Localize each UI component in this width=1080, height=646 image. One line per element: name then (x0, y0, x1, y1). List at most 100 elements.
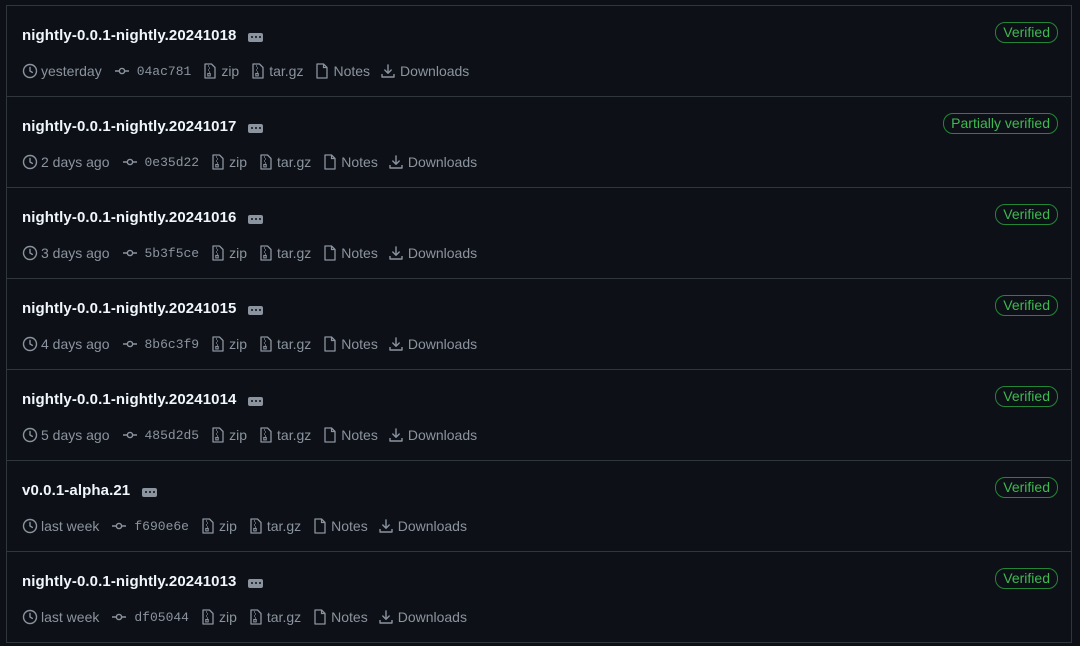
zip-label: zip (218, 609, 237, 625)
partially-verified-badge[interactable]: Partially verified (943, 113, 1058, 134)
clock-icon (22, 154, 38, 170)
verified-badge[interactable]: Verified (995, 295, 1058, 316)
git-commit-icon (122, 249, 137, 257)
notes-link[interactable]: Notes (323, 245, 378, 261)
verified-badge[interactable]: Verified (995, 386, 1058, 407)
targz-download-link[interactable]: tar.gz (259, 245, 311, 261)
targz-download-link[interactable]: tar.gz (259, 336, 311, 352)
commit-sha: df05044 (134, 609, 189, 625)
zip-download-link[interactable]: zip (211, 336, 247, 352)
release-header: nightly-0.0.1-nightly.20241018 (22, 25, 264, 45)
commit-link[interactable]: 04ac781 (114, 63, 191, 79)
commit-link[interactable]: 8b6c3f9 (122, 336, 199, 352)
release-row: nightly-0.0.1-nightly.20241015 Verified … (7, 279, 1071, 370)
release-tag-link[interactable]: nightly-0.0.1-nightly.20241013 (22, 573, 236, 590)
git-commit-icon (122, 158, 137, 166)
commit-link[interactable]: 5b3f5ce (122, 245, 199, 261)
download-icon (389, 337, 403, 351)
zip-download-link[interactable]: zip (211, 427, 247, 443)
file-zip-icon (260, 154, 272, 170)
file-icon (324, 245, 336, 261)
zip-label: zip (229, 245, 248, 261)
file-icon (324, 336, 336, 352)
notes-label: Notes (331, 518, 368, 534)
targz-download-link[interactable]: tar.gz (259, 427, 311, 443)
release-time: 4 days ago (22, 336, 110, 352)
release-row: nightly-0.0.1-nightly.20241018 Verified … (7, 6, 1071, 97)
kebab-horizontal-icon[interactable] (248, 123, 264, 133)
downloads-link[interactable]: Downloads (378, 518, 467, 534)
kebab-horizontal-icon[interactable] (248, 214, 264, 224)
file-zip-icon (260, 427, 272, 443)
release-row: nightly-0.0.1-nightly.20241014 Verified … (7, 370, 1071, 461)
verified-badge[interactable]: Verified (995, 204, 1058, 225)
release-tag-link[interactable]: v0.0.1-alpha.21 (22, 482, 130, 499)
release-time: 3 days ago (22, 245, 110, 261)
targz-download-link[interactable]: tar.gz (259, 154, 311, 170)
zip-download-link[interactable]: zip (203, 63, 239, 79)
release-time: 5 days ago (22, 427, 110, 443)
downloads-label: Downloads (397, 518, 467, 534)
release-meta: yesterday 04ac781 zip tar.gz Notes Downl… (22, 62, 469, 80)
file-zip-icon (212, 154, 224, 170)
file-zip-icon (202, 609, 214, 625)
zip-download-link[interactable]: zip (211, 245, 247, 261)
release-tag-link[interactable]: nightly-0.0.1-nightly.20241016 (22, 209, 236, 226)
downloads-link[interactable]: Downloads (388, 245, 477, 261)
zip-download-link[interactable]: zip (211, 154, 247, 170)
verified-badge[interactable]: Verified (995, 568, 1058, 589)
downloads-link[interactable]: Downloads (388, 427, 477, 443)
notes-link[interactable]: Notes (323, 336, 378, 352)
downloads-link[interactable]: Downloads (380, 63, 469, 79)
targz-download-link[interactable]: tar.gz (251, 63, 303, 79)
commit-link[interactable]: 485d2d5 (122, 427, 199, 443)
verified-badge[interactable]: Verified (995, 477, 1058, 498)
download-icon (381, 64, 395, 78)
commit-link[interactable]: 0e35d22 (122, 154, 199, 170)
commit-link[interactable]: f690e6e (111, 518, 189, 534)
release-tag-link[interactable]: nightly-0.0.1-nightly.20241014 (22, 391, 236, 408)
kebab-horizontal-icon[interactable] (248, 396, 264, 406)
verified-badge[interactable]: Verified (995, 22, 1058, 43)
zip-label: zip (229, 154, 248, 170)
release-time-text: 2 days ago (41, 154, 110, 170)
release-row: v0.0.1-alpha.21 Verified last week f690e… (7, 461, 1071, 552)
file-icon (314, 609, 326, 625)
targz-label: tar.gz (277, 336, 312, 352)
zip-label: zip (218, 518, 237, 534)
zip-download-link[interactable]: zip (201, 609, 237, 625)
kebab-horizontal-icon[interactable] (248, 578, 264, 588)
kebab-horizontal-icon[interactable] (248, 32, 264, 42)
downloads-link[interactable]: Downloads (388, 336, 477, 352)
zip-label: zip (229, 336, 248, 352)
notes-link[interactable]: Notes (323, 427, 378, 443)
notes-label: Notes (331, 609, 368, 625)
release-meta: 5 days ago 485d2d5 zip tar.gz Notes Down… (22, 426, 477, 444)
notes-label: Notes (341, 245, 378, 261)
commit-link[interactable]: df05044 (111, 609, 189, 625)
notes-link[interactable]: Notes (323, 154, 378, 170)
release-header: nightly-0.0.1-nightly.20241014 (22, 389, 264, 409)
targz-download-link[interactable]: tar.gz (249, 518, 301, 534)
targz-download-link[interactable]: tar.gz (249, 609, 301, 625)
release-tag-link[interactable]: nightly-0.0.1-nightly.20241018 (22, 27, 236, 44)
commit-sha: f690e6e (134, 518, 189, 534)
download-icon (389, 428, 403, 442)
notes-link[interactable]: Notes (313, 609, 368, 625)
notes-label: Notes (341, 427, 378, 443)
downloads-link[interactable]: Downloads (378, 609, 467, 625)
release-tag-link[interactable]: nightly-0.0.1-nightly.20241017 (22, 118, 236, 135)
file-zip-icon (212, 336, 224, 352)
notes-link[interactable]: Notes (313, 518, 368, 534)
kebab-horizontal-icon[interactable] (142, 487, 158, 497)
clock-icon (22, 609, 38, 625)
download-icon (389, 155, 403, 169)
zip-download-link[interactable]: zip (201, 518, 237, 534)
downloads-link[interactable]: Downloads (388, 154, 477, 170)
release-time-text: 4 days ago (41, 336, 110, 352)
kebab-horizontal-icon[interactable] (248, 305, 264, 315)
notes-link[interactable]: Notes (315, 63, 370, 79)
downloads-label: Downloads (407, 245, 478, 261)
release-tag-link[interactable]: nightly-0.0.1-nightly.20241015 (22, 300, 236, 317)
release-time: 2 days ago (22, 154, 110, 170)
